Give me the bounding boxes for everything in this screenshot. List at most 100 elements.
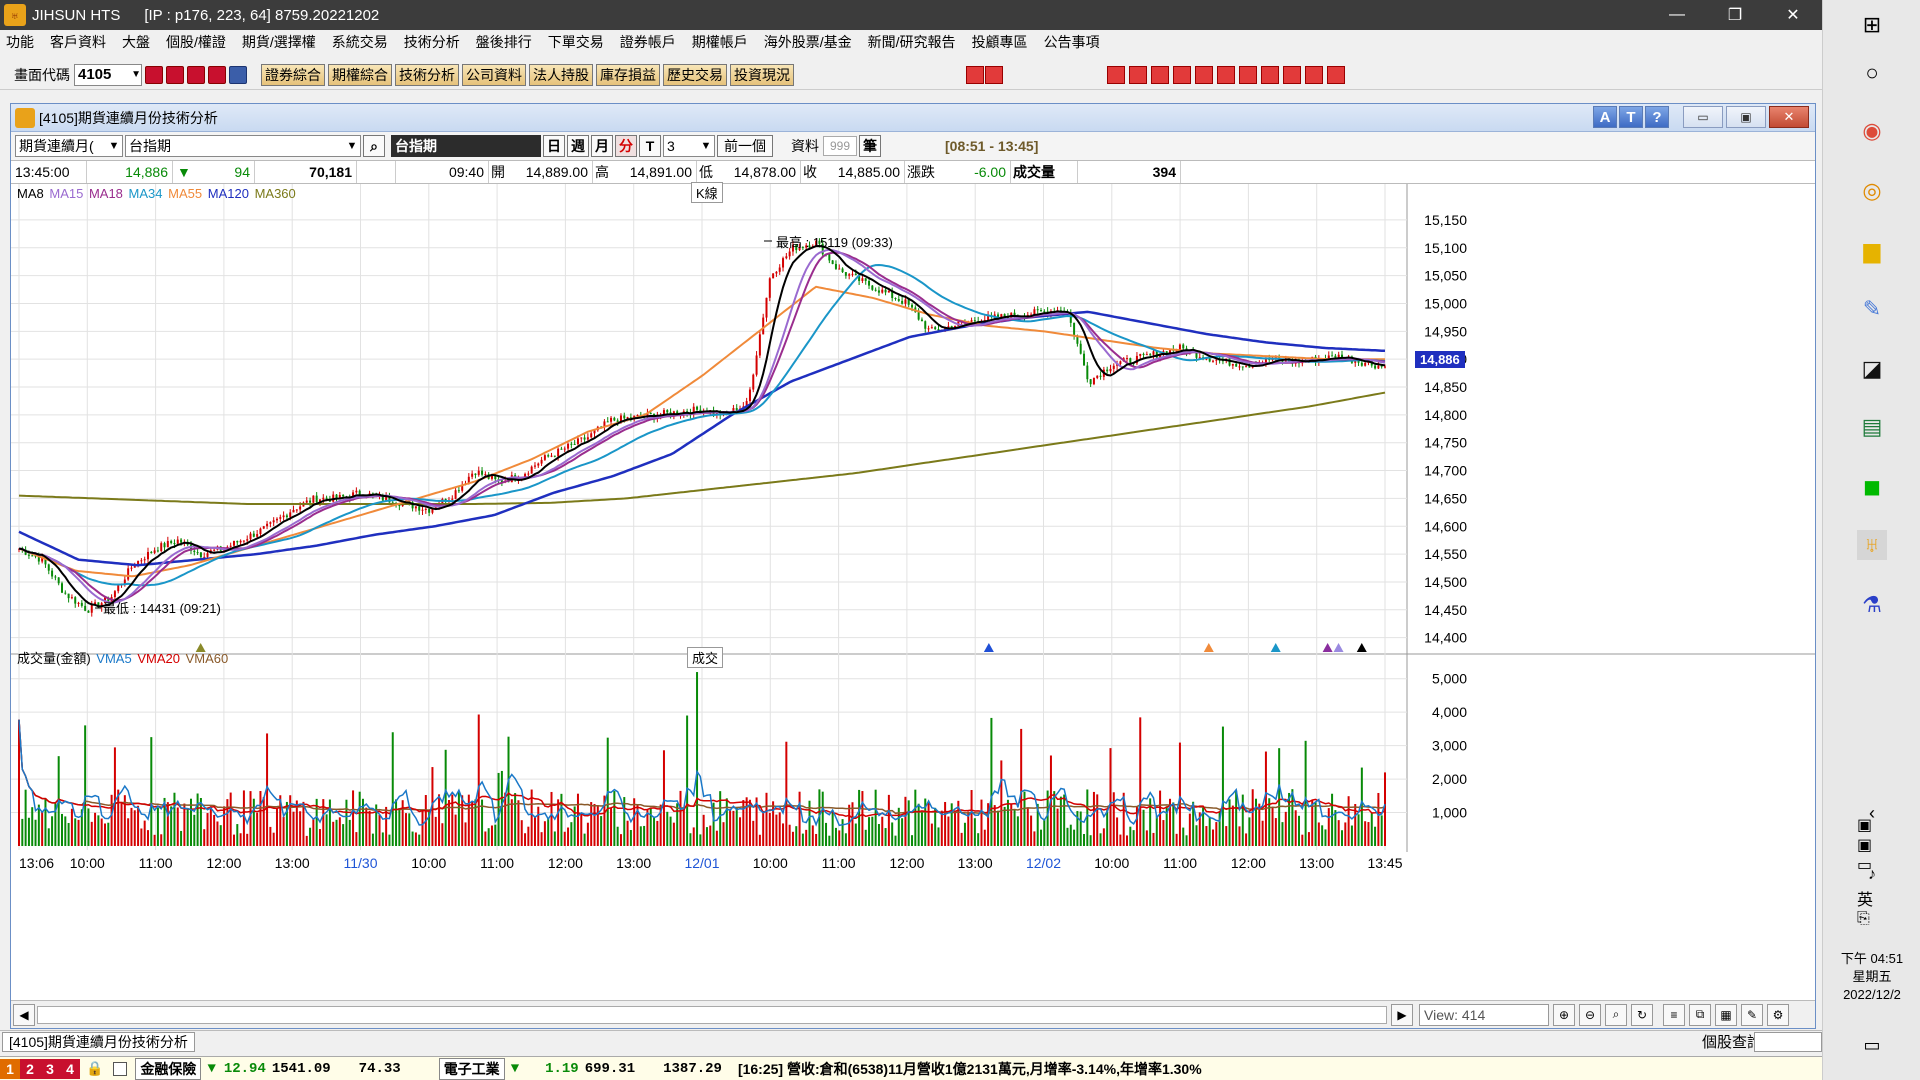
- zoom-in-icon[interactable]: ⊕: [1553, 1003, 1575, 1026]
- interval-select[interactable]: 3 ▼: [663, 135, 715, 157]
- menu-item[interactable]: 投顧專區: [972, 32, 1028, 52]
- page-button[interactable]: 1: [0, 1058, 20, 1079]
- grid-icon[interactable]: [1151, 65, 1169, 84]
- box-icon[interactable]: [1173, 65, 1191, 84]
- print-icon[interactable]: [187, 65, 205, 84]
- settings-icon[interactable]: ⚙: [1767, 1003, 1789, 1026]
- close-icon[interactable]: ✕: [1764, 0, 1822, 30]
- notification-icon[interactable]: ▭: [1857, 1030, 1887, 1060]
- chart-icon[interactable]: [208, 65, 226, 84]
- flask-icon[interactable]: ⚗: [1857, 590, 1887, 620]
- lock-icon[interactable]: 🔒: [86, 1060, 103, 1077]
- scroll-right-icon[interactable]: ▶: [1391, 1003, 1413, 1026]
- maximize-icon[interactable]: ❐: [1706, 0, 1764, 30]
- menu-item[interactable]: 盤後排行: [476, 32, 532, 52]
- layout-icon[interactable]: [1327, 65, 1345, 84]
- ticker-finance-name[interactable]: 金融保險: [135, 1057, 202, 1080]
- refresh-icon[interactable]: ↻: [1631, 1003, 1653, 1026]
- series-select[interactable]: 期貨連續月( ▼: [15, 135, 123, 157]
- chrome-icon[interactable]: ◉: [1857, 116, 1887, 146]
- menu-item[interactable]: 技術分析: [404, 32, 460, 52]
- period-minute-button[interactable]: 分: [615, 135, 637, 157]
- pencil-icon[interactable]: [1129, 65, 1147, 84]
- folder-icon[interactable]: [166, 65, 184, 84]
- chevron-down-icon[interactable]: ▼: [131, 69, 141, 80]
- menu-item[interactable]: 系統交易: [332, 32, 388, 52]
- menu-item[interactable]: 公告事項: [1044, 32, 1100, 52]
- checkbox[interactable]: [113, 1061, 128, 1076]
- data-count-input[interactable]: 999: [823, 136, 857, 156]
- symbol-select[interactable]: 台指期 ▼: [125, 135, 361, 157]
- menu-item[interactable]: 個股/權證: [166, 32, 226, 52]
- zoom-out-icon[interactable]: ⊖: [1579, 1003, 1601, 1026]
- window-icon[interactable]: [1261, 65, 1279, 84]
- quick-button[interactable]: 期權綜合: [328, 63, 392, 86]
- close-icon[interactable]: ✕: [1769, 106, 1809, 128]
- menu-item[interactable]: 證券帳戶: [620, 32, 676, 52]
- menu-item[interactable]: 客戶資料: [50, 32, 106, 52]
- quick-button[interactable]: 公司資料: [462, 63, 526, 86]
- tool-icon[interactable]: [1107, 65, 1125, 84]
- arrow-right-icon[interactable]: [985, 65, 1003, 84]
- quick-button[interactable]: 庫存損益: [596, 63, 660, 86]
- text-icon[interactable]: [1217, 65, 1235, 84]
- page-button[interactable]: 4: [60, 1058, 80, 1079]
- minimize-icon[interactable]: ▭: [1683, 106, 1723, 128]
- font-size-button[interactable]: A: [1593, 106, 1617, 128]
- sticky-notes-icon[interactable]: ◪: [1857, 354, 1887, 384]
- menu-item[interactable]: 期貨/選擇權: [242, 32, 316, 52]
- menu-item[interactable]: 下單交易: [548, 32, 604, 52]
- menu-item[interactable]: 新聞/研究報告: [868, 32, 956, 52]
- indicator-icon[interactable]: ≡: [1663, 1003, 1685, 1026]
- calendar-icon[interactable]: ▦: [1715, 1003, 1737, 1026]
- paint-icon[interactable]: ✎: [1857, 294, 1887, 324]
- menu-item[interactable]: 功能: [6, 32, 34, 52]
- stock-query-input[interactable]: [1754, 1031, 1822, 1052]
- chevron-down-icon[interactable]: ▼: [106, 140, 122, 152]
- scissors-icon[interactable]: [1283, 65, 1301, 84]
- text-button[interactable]: T: [1619, 106, 1643, 128]
- prev-button[interactable]: 前一個: [717, 135, 773, 157]
- scroll-left-icon[interactable]: ◀: [13, 1003, 35, 1026]
- chart-area[interactable]: 13:06 10:00 11:00 12:00 13:00 11/30 10:00 11:00…: [11, 182, 1815, 984]
- chevron-down-icon[interactable]: ▼: [698, 140, 714, 152]
- minimize-icon[interactable]: —: [1648, 0, 1706, 30]
- quick-button[interactable]: 歷史交易: [663, 63, 727, 86]
- restore-icon[interactable]: ▣: [1726, 106, 1766, 128]
- chevron-down-icon[interactable]: ▼: [344, 140, 360, 152]
- ticker-electronics-name[interactable]: 電子工業: [438, 1057, 505, 1080]
- arrow-left-icon[interactable]: [966, 65, 984, 84]
- price-volume-chart[interactable]: 13:06 10:00 11:00 12:00 13:00 11/30 10:00 11:00…: [11, 184, 1815, 984]
- dropdown-icon[interactable]: [229, 65, 247, 84]
- printer-icon[interactable]: [1305, 65, 1323, 84]
- tray-icons[interactable]: ▣ ▣ ▭: [1857, 817, 1887, 874]
- draw-icon[interactable]: ✎: [1741, 1003, 1763, 1026]
- screen-code-input[interactable]: 4105 ▼: [74, 63, 142, 86]
- menu-item[interactable]: 海外股票/基金: [764, 32, 852, 52]
- line-icon[interactable]: ◼: [1857, 472, 1887, 502]
- period-week-button[interactable]: 週: [567, 135, 589, 157]
- data-unit-button[interactable]: 筆: [859, 135, 881, 157]
- search-icon[interactable]: [145, 65, 163, 84]
- quick-button[interactable]: 法人持股: [529, 63, 593, 86]
- jihsun-app-icon[interactable]: ♅: [1857, 530, 1887, 560]
- period-day-button[interactable]: 日: [543, 135, 565, 157]
- windows-start-icon[interactable]: ⊞: [1857, 10, 1887, 40]
- page-button[interactable]: 3: [40, 1058, 60, 1079]
- symbol-search-icon[interactable]: ⌕: [363, 135, 385, 157]
- quick-button[interactable]: 投資現況: [730, 63, 794, 86]
- news-ticker[interactable]: [16:25] 營收:倉和(6538)11月營收1億2131萬元,月增率-3.1…: [738, 1059, 1202, 1079]
- copy-icon[interactable]: ⧉: [1689, 1003, 1711, 1026]
- ime-icon[interactable]: 英 ⎘: [1857, 892, 1887, 927]
- menu-item[interactable]: 大盤: [122, 32, 150, 52]
- quick-button[interactable]: 證券綜合: [261, 63, 325, 86]
- file-explorer-icon[interactable]: ▆: [1857, 236, 1887, 266]
- cortana-icon[interactable]: ○: [1857, 58, 1887, 88]
- browser-icon[interactable]: ◎: [1857, 176, 1887, 206]
- horizontal-scrollbar[interactable]: [37, 1005, 1387, 1024]
- stamp-icon[interactable]: [1195, 65, 1213, 84]
- menu-item[interactable]: 期權帳戶: [692, 32, 748, 52]
- help-button[interactable]: ?: [1645, 106, 1669, 128]
- search-icon[interactable]: ⌕: [1605, 1003, 1627, 1026]
- excel-icon[interactable]: ▤: [1857, 412, 1887, 442]
